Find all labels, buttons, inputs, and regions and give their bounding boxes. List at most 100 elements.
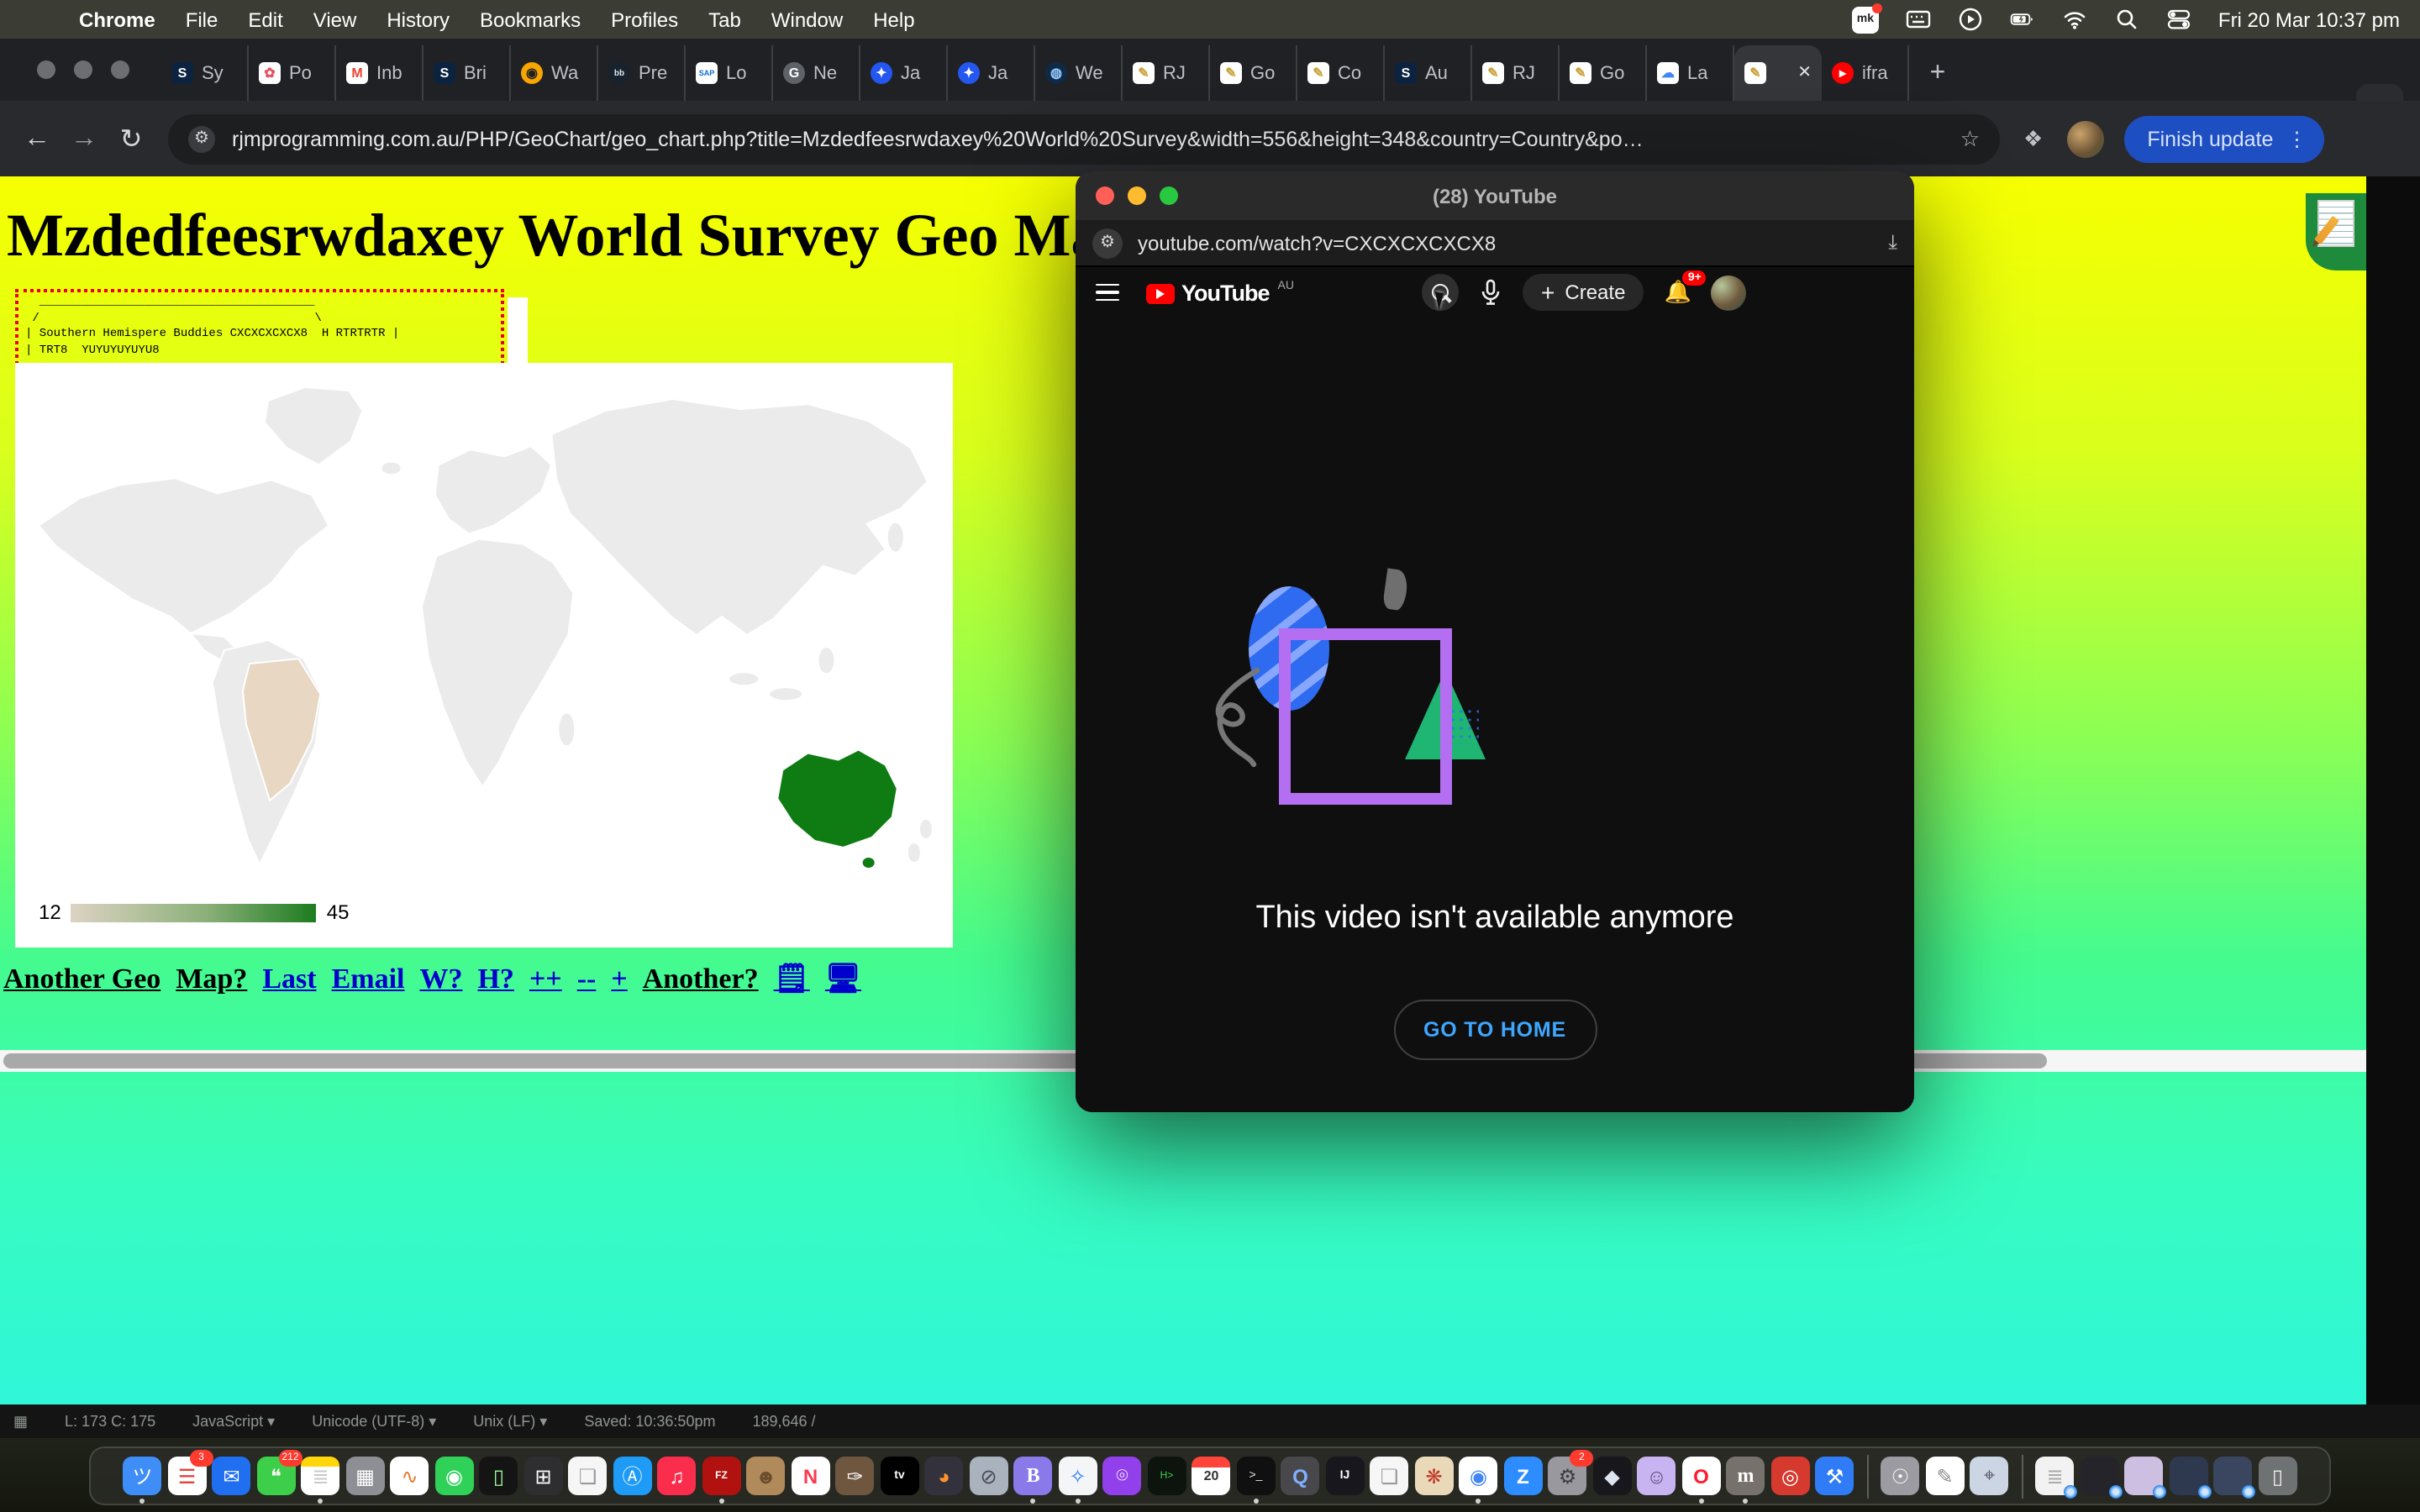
page-link[interactable]: ++ (529, 963, 562, 996)
battery-icon[interactable] (2010, 7, 2035, 32)
browser-tab[interactable]: ◍ We ✕ (1035, 45, 1123, 101)
dock-item[interactable]: ◆ (1593, 1457, 1632, 1495)
dock-item[interactable]: ▯ (480, 1457, 518, 1495)
create-button[interactable]: + Create (1523, 274, 1644, 311)
page-link[interactable]: Another? (643, 963, 759, 996)
dock-item[interactable]: ⌖ (1970, 1457, 2009, 1495)
dock-item[interactable]: ♫ (658, 1457, 697, 1495)
bookmark-star-icon[interactable]: ☆ (1960, 125, 1980, 152)
browser-tab[interactable]: S Bri ✕ (424, 45, 511, 101)
dock-item[interactable]: ✧ (1059, 1457, 1097, 1495)
dock-item[interactable]: ☰ 3 (168, 1457, 207, 1495)
dock-item[interactable]: H> (1148, 1457, 1186, 1495)
browser-tab[interactable]: ✦ Ja ✕ (860, 45, 948, 101)
browser-tab[interactable]: ☁ La ✕ (1647, 45, 1734, 101)
youtube-url-text[interactable]: youtube.com/watch?v=CXCXCXCXCX8 (1138, 231, 1873, 255)
dock-item[interactable]: ≣ (2036, 1457, 2075, 1495)
page-link[interactable]: Another Geo (3, 963, 160, 996)
page-link[interactable]: Map? (176, 963, 247, 996)
menu-item[interactable]: Help (858, 8, 929, 31)
dock-item[interactable]: >_ (1237, 1457, 1276, 1495)
zoom-window-button[interactable] (1160, 186, 1178, 205)
dock-item[interactable]: ◉ (435, 1457, 474, 1495)
keyboard-icon[interactable] (1906, 7, 1931, 32)
browser-tab[interactable]: ✿ Po ✕ (249, 45, 336, 101)
dock-item[interactable]: ⌾ (1103, 1457, 1142, 1495)
page-link[interactable]: + (611, 963, 627, 996)
geochart-map[interactable]: 12 45 (15, 363, 953, 948)
search-button[interactable] (1422, 274, 1459, 311)
browser-tab[interactable]: G Ne ✕ (773, 45, 860, 101)
new-tab-button[interactable]: + (1916, 52, 1960, 96)
browser-menu-icon[interactable]: ⋮ (2286, 127, 2307, 150)
dock-item[interactable]: IJ (1326, 1457, 1365, 1495)
dock-item[interactable]: m (1727, 1457, 1765, 1495)
menu-item[interactable]: File (171, 8, 234, 31)
dock-item[interactable]: Q (1281, 1457, 1320, 1495)
dock-item[interactable]: ☺ (1638, 1457, 1676, 1495)
minimize-window-button[interactable] (74, 60, 92, 79)
page-link[interactable]: 🗒 (774, 963, 810, 996)
youtube-avatar[interactable] (1712, 275, 1747, 310)
dock-item[interactable]: O (1682, 1457, 1721, 1495)
dock-item[interactable]: tv (881, 1457, 919, 1495)
go-to-home-button[interactable]: GO TO HOME (1393, 1000, 1597, 1060)
browser-tab[interactable]: ✎ RJ ✕ (1123, 45, 1210, 101)
window-controls[interactable] (1096, 186, 1178, 205)
extensions-icon[interactable]: ❖ (2023, 125, 2043, 152)
forward-button[interactable]: → (60, 123, 108, 154)
notes-corner-icon[interactable] (2306, 193, 2366, 270)
browser-tab[interactable]: ✦ Ja ✕ (948, 45, 1035, 101)
dock-item[interactable]: N (792, 1457, 830, 1495)
page-link[interactable]: Email (332, 963, 405, 996)
browser-tab[interactable]: S Sy ✕ (161, 45, 249, 101)
dock-item[interactable]: ⚒ (1816, 1457, 1854, 1495)
finish-update-button[interactable]: Finish update ⋮ (2123, 115, 2323, 162)
menu-item[interactable]: Chrome (64, 8, 171, 31)
dock-item[interactable]: ☉ (1881, 1457, 1920, 1495)
close-window-button[interactable] (1096, 186, 1114, 205)
page-link[interactable]: Last (262, 963, 316, 996)
spotlight-search-icon[interactable] (2114, 7, 2139, 32)
dock-item[interactable]: ≣ (302, 1457, 340, 1495)
browser-tab[interactable]: ▸ ifra ✕ (1822, 45, 1909, 101)
dock-item[interactable]: ツ (124, 1457, 162, 1495)
menu-item[interactable]: Bookmarks (465, 8, 596, 31)
dock-item[interactable] (1867, 1454, 1869, 1498)
dock-item[interactable]: 20 (1192, 1457, 1231, 1495)
reload-button[interactable]: ↻ (108, 122, 155, 155)
dock-item[interactable] (2125, 1457, 2164, 1495)
dock-item[interactable]: ❋ (1415, 1457, 1454, 1495)
dock-item[interactable] (2081, 1457, 2119, 1495)
menu-item[interactable]: Tab (693, 8, 756, 31)
browser-tab[interactable]: SAP Lo ✕ (686, 45, 773, 101)
profile-avatar[interactable] (2066, 120, 2103, 157)
notifications-bell[interactable]: 🔔9+ (1664, 279, 1691, 306)
control-center-icon[interactable] (2166, 7, 2191, 32)
zoom-window-button[interactable] (111, 60, 129, 79)
dock-item[interactable]: Ⓐ (613, 1457, 652, 1495)
window-controls[interactable] (37, 60, 129, 79)
dock-item[interactable]: ⊘ (970, 1457, 1008, 1495)
menu-bar-clock[interactable]: Fri 20 Mar 10:37 pm (2218, 8, 2400, 31)
survey-textarea[interactable]: _______________________________________ … (15, 289, 504, 370)
dock-item[interactable]: ▦ (346, 1457, 385, 1495)
browser-tab[interactable]: ✎ ✕ (1734, 45, 1822, 101)
page-link[interactable]: W? (419, 963, 462, 996)
wifi-icon[interactable] (2062, 7, 2087, 32)
dock-item[interactable]: ☻ (747, 1457, 786, 1495)
open-in-browser-icon[interactable]: ⤓ (1888, 230, 1897, 255)
dock-item[interactable] (2214, 1457, 2253, 1495)
dock-item[interactable] (2022, 1454, 2023, 1498)
dock-item[interactable]: ◕ (925, 1457, 964, 1495)
browser-tab[interactable]: ◉ Wa ✕ (511, 45, 598, 101)
close-window-button[interactable] (37, 60, 55, 79)
page-link[interactable]: H? (477, 963, 513, 996)
browser-tab[interactable]: ✎ Go ✕ (1560, 45, 1647, 101)
page-link[interactable]: -- (577, 963, 597, 996)
dock-item[interactable]: ◉ (1460, 1457, 1498, 1495)
site-settings-icon[interactable]: ⚙ (1092, 228, 1123, 258)
minimize-window-button[interactable] (1128, 186, 1146, 205)
youtube-logo[interactable]: YouTube AU (1146, 280, 1294, 305)
browser-tab[interactable]: bb Pre ✕ (598, 45, 686, 101)
